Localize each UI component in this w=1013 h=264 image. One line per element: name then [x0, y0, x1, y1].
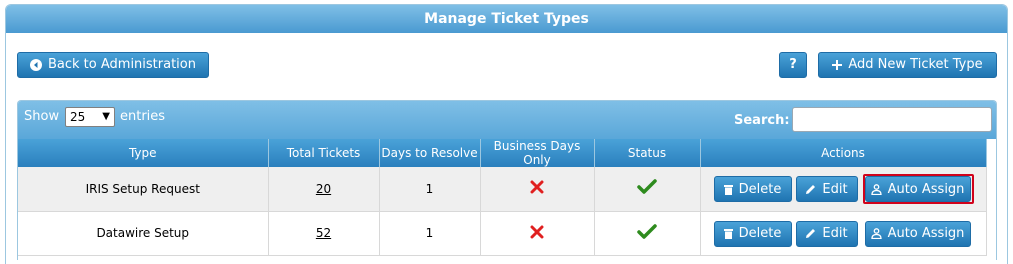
- search-label: Search:: [734, 113, 790, 128]
- table-header-row: Type Total Tickets Days to Resolve Busin…: [18, 139, 987, 167]
- auto-assign-button[interactable]: Auto Assign: [864, 176, 971, 202]
- red-x-icon: [530, 180, 544, 194]
- delete-button[interactable]: Delete: [713, 176, 792, 202]
- trash-icon: [723, 229, 733, 239]
- green-check-icon: [637, 223, 657, 239]
- auto-assign-button-label: Auto Assign: [887, 226, 965, 241]
- delete-button-label: Delete: [738, 181, 782, 197]
- panel-title: Manage Ticket Types: [6, 5, 1007, 33]
- actions-cell: Delete Edit Auto Assign: [700, 167, 987, 212]
- entries-select-value: 25: [70, 110, 86, 124]
- status-cell: [594, 167, 701, 212]
- green-check-icon: [637, 179, 657, 194]
- business-days-only-cell: [480, 211, 595, 256]
- total-tickets-cell: 52: [268, 211, 380, 256]
- auto-assign-button-label: Auto Assign: [887, 181, 965, 197]
- days-to-resolve-cell: 1: [379, 211, 481, 256]
- table-toolbar: Show 25 ▼ entries Search:: [18, 101, 996, 139]
- help-button[interactable]: ?: [779, 52, 807, 78]
- plus-icon: [832, 60, 843, 70]
- circle-left-icon: [29, 59, 42, 71]
- edit-button-label: Edit: [822, 226, 848, 241]
- delete-button-label: Delete: [738, 226, 782, 241]
- add-button-label: Add New Ticket Type: [848, 57, 983, 72]
- total-tickets-link[interactable]: 20: [316, 182, 331, 196]
- column-header-business-days-only[interactable]: Business Days Only: [480, 139, 595, 167]
- column-header-status[interactable]: Status: [594, 139, 701, 167]
- entries-label: entries: [120, 109, 166, 124]
- column-header-type[interactable]: Type: [18, 139, 269, 167]
- trash-icon: [723, 184, 733, 195]
- user-icon: [870, 183, 882, 195]
- pencil-icon: [806, 184, 816, 194]
- help-button-label: ?: [789, 57, 797, 72]
- column-header-total-tickets[interactable]: Total Tickets: [268, 139, 380, 167]
- search-input[interactable]: [792, 107, 992, 132]
- column-header-days-to-resolve[interactable]: Days to Resolve: [379, 139, 481, 167]
- column-header-actions: Actions: [700, 139, 987, 167]
- days-to-resolve-cell: 1: [379, 167, 481, 212]
- show-label: Show: [24, 109, 60, 124]
- user-icon: [870, 228, 882, 239]
- red-x-icon: [530, 225, 544, 238]
- pencil-icon: [806, 229, 816, 238]
- type-cell: Datawire Setup: [18, 211, 269, 256]
- type-cell: IRIS Setup Request: [18, 167, 269, 212]
- back-button-label: Back to Administration: [47, 57, 196, 72]
- delete-button[interactable]: Delete: [713, 220, 792, 247]
- auto-assign-button[interactable]: Auto Assign: [864, 220, 971, 247]
- edit-button[interactable]: Edit: [795, 220, 858, 247]
- ticket-types-table: Type Total Tickets Days to Resolve Busin…: [18, 139, 987, 256]
- ticket-types-table-container: Show 25 ▼ entries Search: Type Total Tic…: [17, 100, 997, 260]
- actions-cell: Delete Edit Auto Assign: [700, 211, 987, 256]
- business-days-only-cell: [480, 167, 595, 212]
- total-tickets-cell: 20: [268, 167, 380, 212]
- table-row: Datawire Setup 52 1 Delete Edit Auto Ass…: [18, 211, 987, 256]
- edit-button[interactable]: Edit: [795, 176, 858, 202]
- entries-per-page-select[interactable]: 25 ▼: [65, 107, 115, 127]
- total-tickets-link[interactable]: 52: [316, 226, 331, 240]
- back-to-administration-button[interactable]: Back to Administration: [17, 52, 209, 78]
- status-cell: [594, 211, 701, 256]
- add-new-ticket-type-button[interactable]: Add New Ticket Type: [818, 52, 997, 78]
- chevron-down-icon: ▼: [102, 111, 110, 122]
- edit-button-label: Edit: [822, 181, 848, 197]
- table-row: IRIS Setup Request 20 1 Delete Edit Auto…: [18, 167, 987, 212]
